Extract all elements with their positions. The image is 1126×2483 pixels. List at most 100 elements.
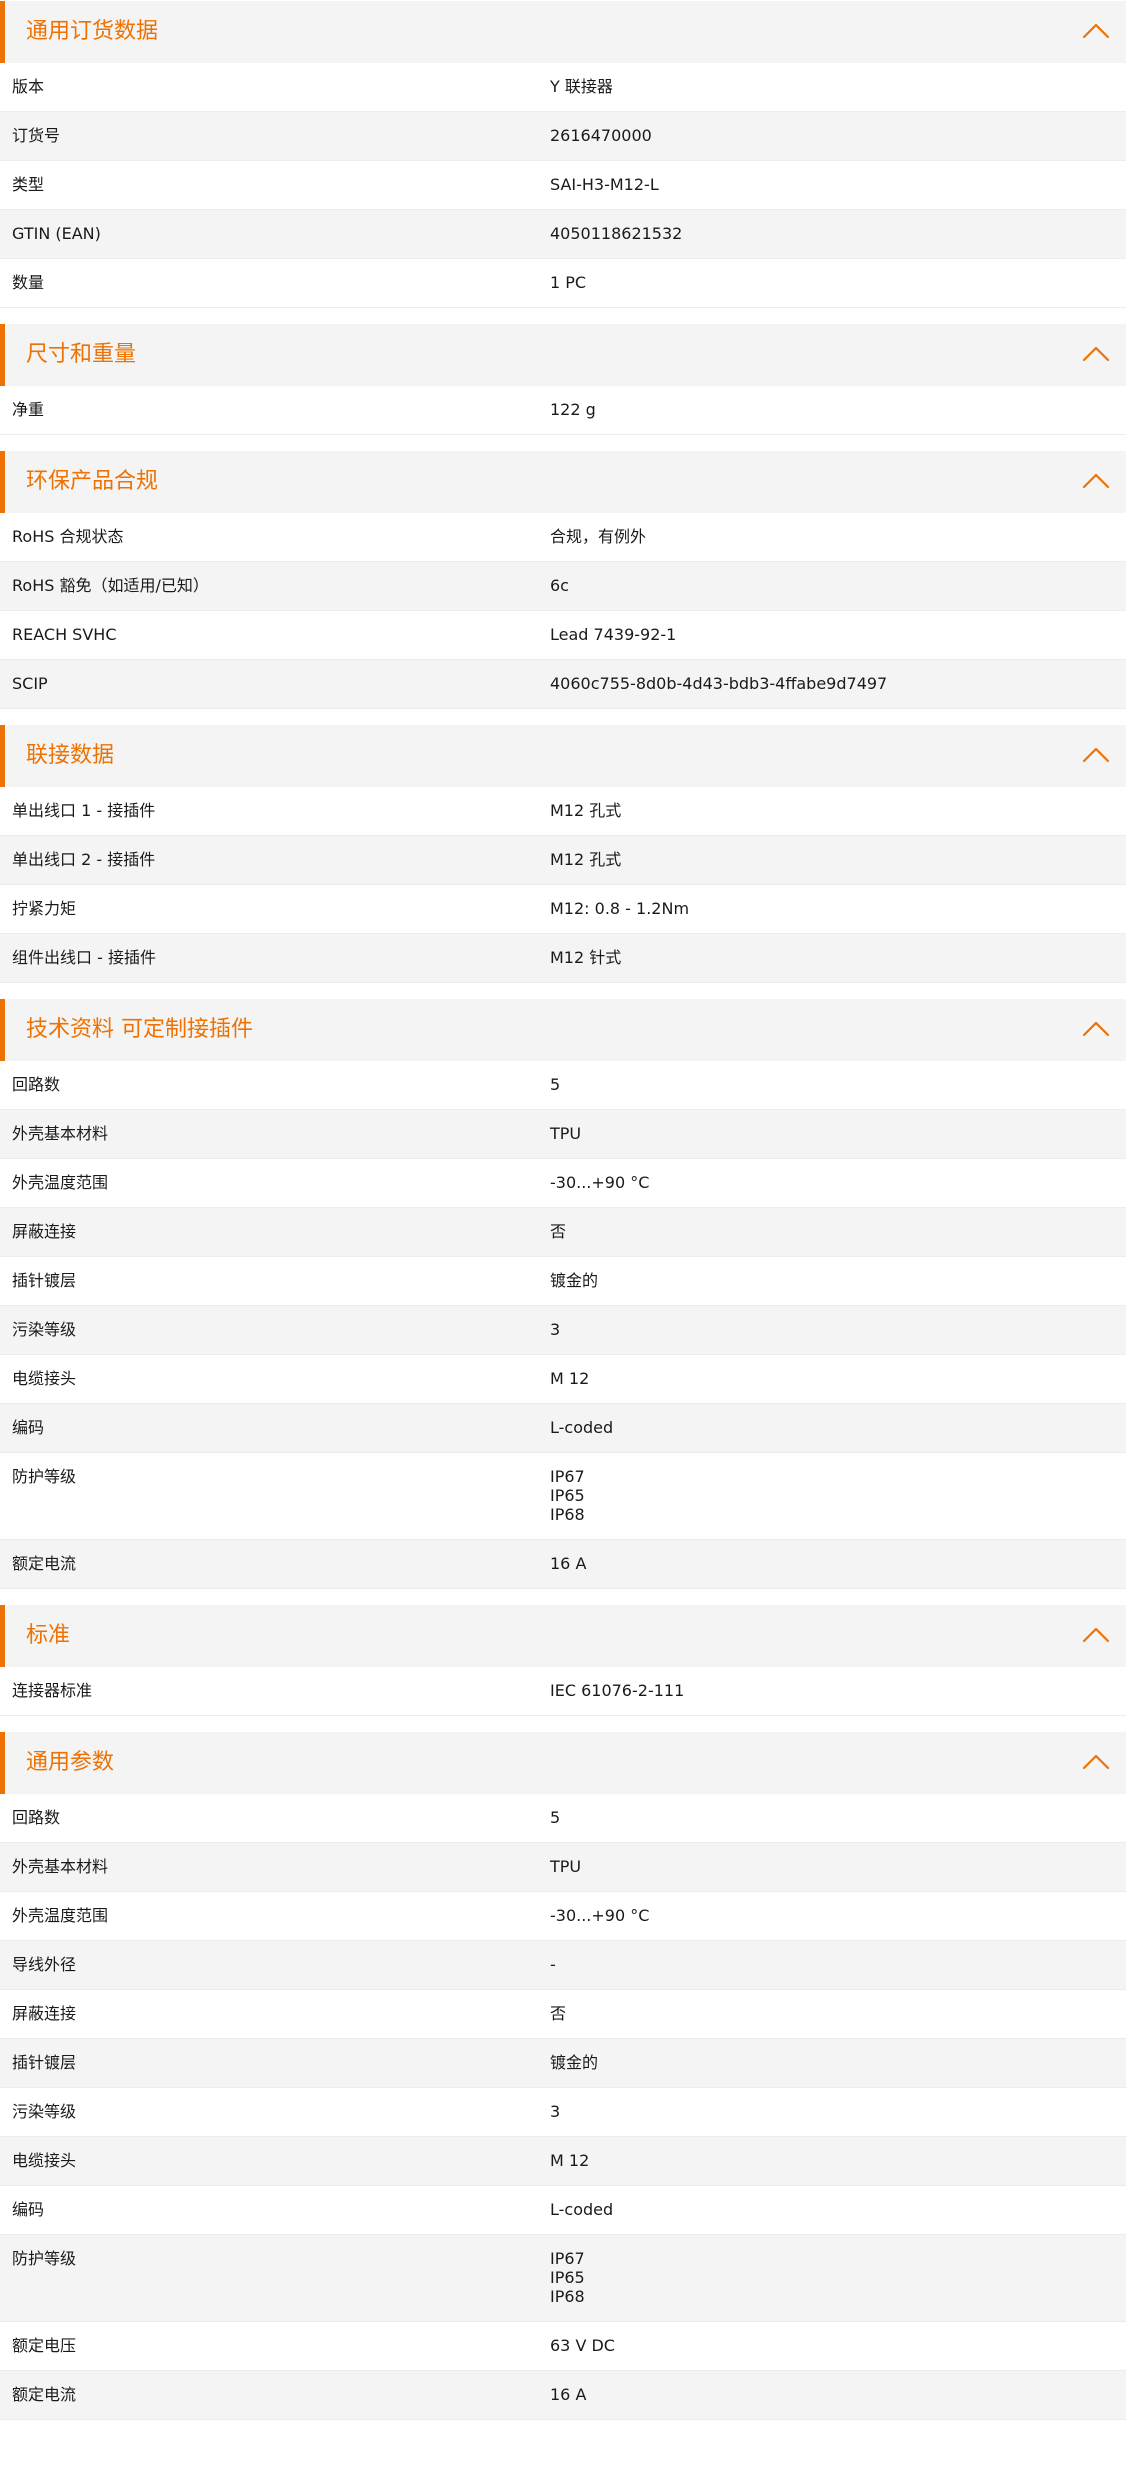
chevron-up-icon[interactable] [1082,745,1110,763]
spec-value: 否 [550,1222,567,1241]
spec-value: M 12 [550,1369,590,1388]
section-header[interactable]: 技术资料 可定制接插件 [0,999,1126,1061]
spec-label: 回路数 [12,1808,61,1827]
spec-value: 4060c755-8d0b-4d43-bdb3-4ffabe9d7497 [550,674,888,693]
spec-label: 编码 [12,2200,45,2219]
spec-value: - [550,1955,556,1974]
spec-row: 连接器标准 IEC 61076-2-111 [0,1667,1126,1716]
spec-section: 尺寸和重量净重 122 g [0,324,1126,435]
chevron-up-icon[interactable] [1082,1019,1110,1037]
spec-row: 拧紧力矩 M12: 0.8 - 1.2Nm [0,885,1126,934]
spec-row: 防护等级 IP67 IP65 IP68 [0,2235,1126,2322]
spec-row: 回路数 5 [0,1794,1126,1843]
spec-value: L-coded [550,1418,614,1437]
spec-value: 122 g [550,400,596,419]
spec-value: 合规，有例外 [550,527,647,546]
section-header[interactable]: 标准 [0,1605,1126,1667]
chevron-up-icon[interactable] [1082,471,1110,489]
section-title: 联接数据 [26,743,115,768]
spec-row: 组件出线口 - 接插件 M12 针式 [0,934,1126,983]
spec-label: 连接器标准 [12,1681,93,1700]
spec-label: RoHS 合规状态 [12,527,124,546]
spec-section: 环保产品合规 RoHS 合规状态 合规，有例外 RoHS 豁免（如适用/已知） 6c RE… [0,451,1126,709]
spec-label: 防护等级 [12,2249,77,2268]
spec-row: 额定电压 63 V DC [0,2322,1126,2371]
spec-value: -30...+90 °C [550,1906,650,1925]
product-spec-sheet: 通用订货数据 版本 Y 联接器 订货号 2616470000 类型 SAI-H3-M12-L… [0,0,1126,2420]
section-header[interactable]: 通用订货数据 [0,1,1126,63]
section-header[interactable]: 通用参数 [0,1732,1126,1794]
spec-value: 63 V DC [550,2336,615,2355]
spec-value: TPU [550,1857,582,1876]
chevron-up-icon[interactable] [1082,1752,1110,1770]
spec-value: IEC 61076-2-111 [550,1681,685,1700]
spec-row: 版本 Y 联接器 [0,63,1126,112]
spec-value: 1 PC [550,273,587,292]
spec-value: M12 孔式 [550,801,622,820]
section-header[interactable]: 环保产品合规 [0,451,1126,513]
spec-value: TPU [550,1124,582,1143]
spec-value: 3 [550,2102,561,2121]
chevron-up-icon[interactable] [1082,21,1110,39]
spec-row: 单出线口 2 - 接插件 M12 孔式 [0,836,1126,885]
spec-label: 插针镀层 [12,2053,77,2072]
spec-row: 单出线口 1 - 接插件 M12 孔式 [0,787,1126,836]
section-header[interactable]: 联接数据 [0,725,1126,787]
spec-value: 16 A [550,2385,587,2404]
spec-value: Lead 7439-92-1 [550,625,677,644]
spec-row: 电缆接头 M 12 [0,2137,1126,2186]
spec-label: SCIP [12,674,48,693]
spec-row: GTIN (EAN) 4050118621532 [0,210,1126,259]
spec-row: SCIP 4060c755-8d0b-4d43-bdb3-4ffabe9d7497 [0,660,1126,709]
spec-value: 镀金的 [550,1271,599,1290]
spec-value: 4050118621532 [550,224,683,243]
spec-row: 外壳基本材料 TPU [0,1110,1126,1159]
spec-label: 额定电流 [12,1554,77,1573]
spec-row: 编码 L-coded [0,2186,1126,2235]
spec-row: 回路数 5 [0,1061,1126,1110]
spec-label: 插针镀层 [12,1271,77,1290]
spec-value: M12 孔式 [550,850,622,869]
spec-label: 外壳温度范围 [12,1173,109,1192]
spec-label: 版本 [12,77,45,96]
spec-section: 通用参数 回路数 5 外壳基本材料 TPU 外壳温度范围 -30...+90 °C 导线外径 -… [0,1732,1126,2420]
chevron-up-icon[interactable] [1082,1625,1110,1643]
spec-label: 外壳基本材料 [12,1124,109,1143]
section-title: 标准 [26,1623,71,1648]
spec-row: 插针镀层 镀金的 [0,2039,1126,2088]
section-title: 通用订货数据 [26,19,159,44]
spec-row: 额定电流 16 A [0,2371,1126,2420]
spec-row: 污染等级 3 [0,1306,1126,1355]
spec-value: Y 联接器 [550,77,613,96]
spec-label: 单出线口 2 - 接插件 [12,850,156,869]
spec-value: IP67 IP65 IP68 [550,1467,585,1524]
spec-label: 拧紧力矩 [12,899,77,918]
spec-value: 否 [550,2004,567,2023]
spec-row: 编码 L-coded [0,1404,1126,1453]
spec-label: 数量 [12,273,45,292]
spec-label: 防护等级 [12,1467,77,1486]
spec-section: 联接数据 单出线口 1 - 接插件 M12 孔式 单出线口 2 - 接插件 M12 孔式… [0,725,1126,983]
spec-value: M 12 [550,2151,590,2170]
spec-row: 外壳基本材料 TPU [0,1843,1126,1892]
spec-label: 组件出线口 - 接插件 [12,948,156,967]
section-title: 环保产品合规 [26,469,159,494]
spec-value: 5 [550,1075,561,1094]
spec-label: 电缆接头 [12,1369,77,1388]
spec-row: 类型 SAI-H3-M12-L [0,161,1126,210]
chevron-up-icon[interactable] [1082,344,1110,362]
spec-label: GTIN (EAN) [12,224,101,243]
spec-label: 额定电压 [12,2336,77,2355]
spec-row: 外壳温度范围 -30...+90 °C [0,1159,1126,1208]
spec-value: L-coded [550,2200,614,2219]
section-header[interactable]: 尺寸和重量 [0,324,1126,386]
spec-row: 防护等级 IP67 IP65 IP68 [0,1453,1126,1540]
spec-label: 单出线口 1 - 接插件 [12,801,156,820]
spec-label: 屏蔽连接 [12,2004,77,2023]
spec-row: 插针镀层 镀金的 [0,1257,1126,1306]
spec-label: 订货号 [12,126,61,145]
spec-label: 净重 [12,400,45,419]
spec-label: REACH SVHC [12,625,117,644]
spec-row: 净重 122 g [0,386,1126,435]
spec-label: 导线外径 [12,1955,77,1974]
